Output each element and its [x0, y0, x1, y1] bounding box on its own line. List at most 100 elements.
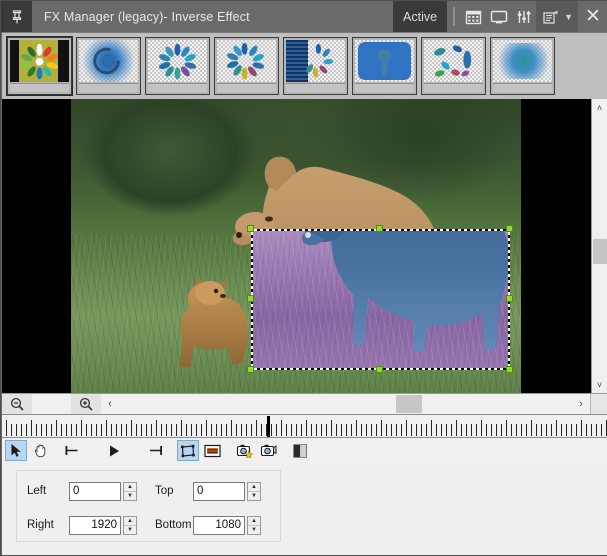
- split-view-tool[interactable]: [289, 440, 311, 461]
- petal-burst-glyph: [227, 42, 265, 80]
- grid-view-icon[interactable]: [461, 1, 486, 32]
- bottom-stepper-up[interactable]: ▲: [248, 517, 260, 526]
- thumb-caption: [355, 83, 414, 92]
- play-icon: [109, 445, 119, 456]
- selection-rectangle[interactable]: [251, 229, 510, 370]
- scroll-left-button[interactable]: ‹: [101, 394, 119, 414]
- bottom-stepper-down[interactable]: ▼: [248, 526, 260, 534]
- snapshot-add-tool[interactable]: [233, 440, 255, 461]
- crop-properties-panel: Left 0 ▲ ▼ Top 0 ▲ ▼ Right 1920 ▲ ▼ Bott…: [2, 463, 607, 555]
- preview-image: [71, 99, 521, 393]
- monitor-glyph: [490, 10, 507, 23]
- top-field-label: Top: [155, 485, 174, 497]
- effect-thumb-stripe[interactable]: [283, 37, 348, 95]
- pushpin-glyph: [12, 9, 21, 23]
- presets-icon[interactable]: [538, 1, 563, 32]
- timeline-ruler[interactable]: [2, 414, 607, 438]
- zoom-spacer: [32, 394, 71, 414]
- zoom-out-glyph: [10, 397, 24, 411]
- selection-handle-nw[interactable]: [247, 225, 254, 232]
- go-to-start-button[interactable]: [61, 440, 83, 461]
- preview-canvas[interactable]: ˄ ˅: [2, 99, 607, 393]
- top-stepper-down[interactable]: ▼: [248, 492, 260, 500]
- hand-icon: [34, 444, 45, 458]
- camera-icon: [260, 444, 276, 457]
- transform-box-tool[interactable]: [177, 440, 199, 461]
- petal-burst-glyph: [306, 43, 334, 78]
- zoom-scroll-row: ‹ ›: [2, 393, 607, 414]
- row-left-top: Left 0 ▲ ▼ Top 0 ▲ ▼: [17, 477, 280, 505]
- horizontal-scroll-thumb[interactable]: [396, 395, 422, 413]
- scroll-down-button[interactable]: ˅: [592, 376, 607, 393]
- thumb-preview: [148, 40, 207, 82]
- left-stepper-up[interactable]: ▲: [124, 483, 136, 492]
- right-field[interactable]: 1920: [69, 515, 121, 535]
- close-icon[interactable]: ✕: [578, 1, 607, 32]
- inverted-region: [251, 229, 510, 370]
- thumb-preview: [10, 40, 69, 82]
- effect-thumb-blue-2[interactable]: [214, 37, 279, 95]
- effect-thumb-glow[interactable]: [490, 37, 555, 95]
- top-stepper-up[interactable]: ▲: [248, 483, 260, 492]
- thumb-preview: [286, 40, 345, 82]
- thumb-preview: [424, 40, 483, 82]
- scroll-right-button[interactable]: ›: [572, 394, 590, 414]
- effect-thumb-keyhole[interactable]: [352, 37, 417, 95]
- top-field[interactable]: 0: [193, 481, 245, 501]
- effect-thumb-original[interactable]: [6, 36, 73, 96]
- left-field-stepper[interactable]: ▲ ▼: [123, 481, 137, 501]
- effect-thumb-scatter[interactable]: [421, 37, 486, 95]
- bottom-field[interactable]: 1080: [193, 515, 245, 535]
- pushpin-icon[interactable]: [1, 1, 32, 32]
- selection-handle-e[interactable]: [506, 295, 513, 302]
- vertical-scroll-thumb[interactable]: [593, 239, 607, 264]
- skip-end-icon: [150, 446, 162, 455]
- thumb-caption: [286, 83, 345, 92]
- chevron-down-icon[interactable]: ▼: [564, 12, 573, 22]
- selection-handle-se[interactable]: [506, 366, 513, 373]
- left-stepper-down[interactable]: ▼: [124, 492, 136, 500]
- selection-handle-ne[interactable]: [506, 225, 513, 232]
- thumb-caption: [424, 83, 483, 92]
- sliders-glyph: [517, 10, 530, 23]
- monitor-icon[interactable]: [486, 1, 511, 32]
- pan-hand-tool[interactable]: [29, 440, 51, 461]
- snapshot-tool[interactable]: [257, 440, 279, 461]
- zoom-out-icon[interactable]: [2, 394, 32, 414]
- scroll-up-button[interactable]: ˄: [592, 99, 607, 116]
- row-right-bottom: Right 1920 ▲ ▼ Bottom 1080 ▲ ▼: [17, 511, 280, 539]
- effect-thumb-blue-1[interactable]: [145, 37, 210, 95]
- zoom-in-icon[interactable]: [71, 394, 101, 414]
- canvas-vertical-scrollbar[interactable]: ˄ ˅: [591, 99, 607, 393]
- right-field-stepper[interactable]: ▲ ▼: [123, 515, 137, 535]
- selection-handle-s[interactable]: [376, 366, 383, 373]
- go-to-end-button[interactable]: [145, 440, 167, 461]
- playhead-marker[interactable]: [267, 416, 270, 437]
- top-field-stepper[interactable]: ▲ ▼: [247, 481, 261, 501]
- camera-star-icon: [236, 444, 253, 458]
- grid-view-glyph: [465, 10, 482, 24]
- selection-handle-n[interactable]: [376, 225, 383, 232]
- toolbar-divider: [453, 7, 456, 26]
- ruler-major-ticks: [6, 420, 607, 436]
- selection-handle-sw[interactable]: [247, 366, 254, 373]
- thumb-preview: [493, 40, 552, 82]
- select-arrow-tool[interactable]: [5, 440, 27, 461]
- bottom-field-stepper[interactable]: ▲ ▼: [247, 515, 261, 535]
- right-stepper-down[interactable]: ▼: [124, 526, 136, 534]
- arrow-cursor-icon: [11, 444, 21, 457]
- scrollbar-corner: [590, 394, 607, 414]
- right-stepper-up[interactable]: ▲: [124, 517, 136, 526]
- effect-thumb-swirl[interactable]: [76, 37, 141, 95]
- selection-handle-w[interactable]: [247, 295, 254, 302]
- play-button[interactable]: [103, 440, 125, 461]
- zoom-in-glyph: [79, 397, 93, 411]
- right-field-label: Right: [27, 519, 54, 531]
- thumb-caption: [217, 83, 276, 92]
- mask-tool[interactable]: [201, 440, 223, 461]
- thumb-preview: [355, 40, 414, 82]
- canvas-horizontal-scrollbar[interactable]: ‹ ›: [101, 394, 590, 414]
- editor-toolbar: [2, 438, 607, 463]
- sliders-icon[interactable]: [511, 1, 536, 32]
- left-field[interactable]: 0: [69, 481, 121, 501]
